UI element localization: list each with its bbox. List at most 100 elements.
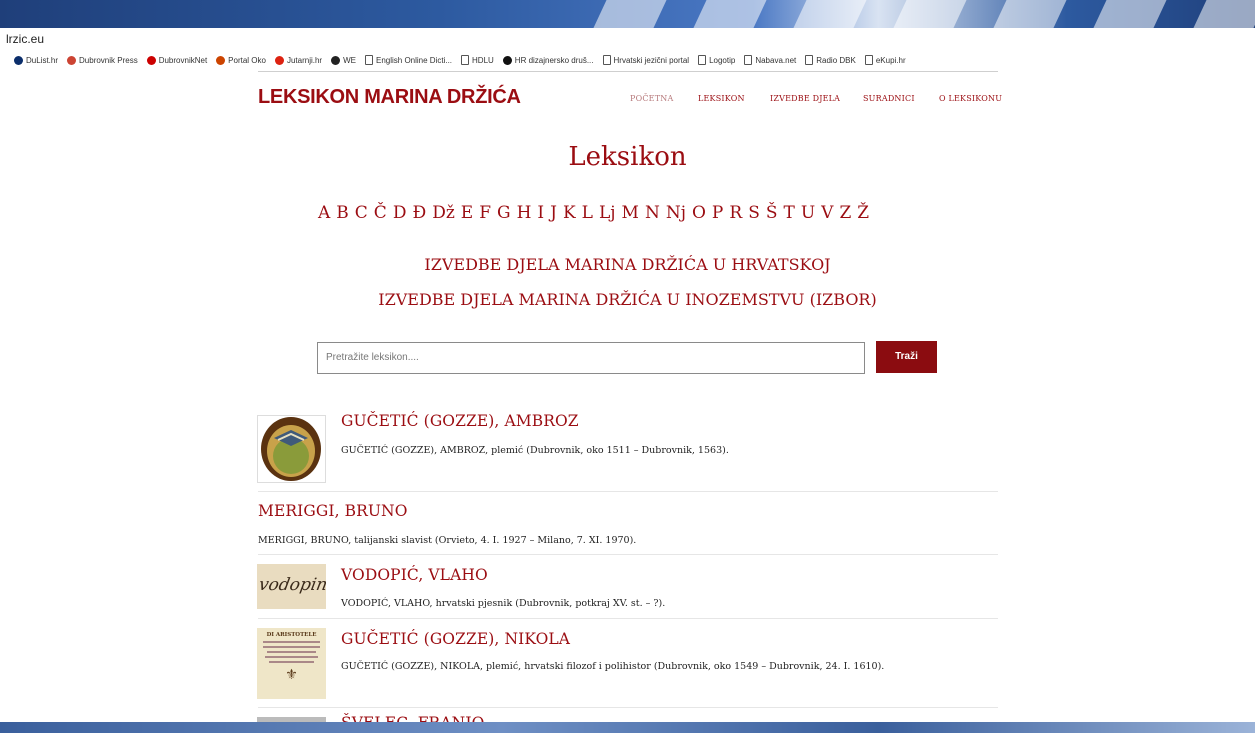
letter-link[interactable]: K	[563, 203, 576, 223]
oko-icon	[216, 55, 226, 65]
page-title: Leksikon	[568, 142, 687, 172]
bookmark-label: WE	[343, 55, 356, 65]
title-page-line	[267, 651, 316, 653]
coat-of-arms-icon	[258, 416, 325, 482]
decorative-wave	[690, 0, 770, 28]
bookmark-item[interactable]: HR dizajnersko druš...	[502, 55, 594, 65]
letter-link[interactable]: J	[550, 203, 557, 223]
page-icon	[698, 55, 707, 65]
nav-o-leksikonu[interactable]: O LEKSIKONU	[939, 94, 1002, 103]
bookmark-item[interactable]: DubrovnikNet	[146, 55, 207, 65]
entry-title[interactable]: GUČETIĆ (GOZZE), AMBROZ	[341, 412, 579, 430]
letter-link[interactable]: V	[821, 203, 833, 223]
bookmarks-bar: DuList.hr Dubrovnik Press DubrovnikNet Port…	[0, 50, 1255, 70]
letter-link[interactable]: H	[517, 203, 532, 223]
bookmark-item[interactable]: Nabava.net	[744, 55, 796, 65]
letter-link[interactable]: M	[622, 203, 639, 223]
bookmark-label: HDLU	[472, 55, 494, 65]
page-icon	[864, 55, 873, 65]
link-izvedbe-inozemstvo[interactable]: IZVEDBE DJELA MARINA DRŽIĆA U INOZEMSTVU…	[0, 290, 1255, 309]
letter-link[interactable]: R	[729, 203, 742, 223]
letter-link[interactable]: Z	[839, 203, 851, 223]
letter-link[interactable]: D	[393, 203, 407, 223]
page-icon	[744, 55, 753, 65]
bookmark-item[interactable]: WE	[331, 55, 356, 65]
bookmark-item[interactable]: English Online Dicti...	[364, 55, 452, 65]
os-window-top-strip	[0, 0, 1255, 28]
bookmark-label: Hrvatski jezični portal	[613, 55, 690, 65]
letter-link[interactable]: F	[479, 203, 491, 223]
page-icon	[805, 55, 814, 65]
url-text[interactable]: lrzic.eu	[6, 32, 44, 46]
entry-separator	[258, 554, 998, 555]
printer-mark-icon: ⚜	[285, 667, 298, 683]
letter-link[interactable]: T	[784, 203, 795, 223]
bookmark-item[interactable]: DuList.hr	[14, 55, 59, 65]
nav-suradnici[interactable]: SURADNICI	[863, 94, 915, 103]
title-page-line	[269, 661, 314, 663]
letter-link[interactable]: P	[712, 203, 723, 223]
entry-title[interactable]: MERIGGI, BRUNO	[258, 502, 408, 520]
bookmark-item[interactable]: Jutarnji.hr	[274, 55, 323, 65]
letter-link[interactable]: O	[692, 203, 706, 223]
page-icon	[461, 55, 470, 65]
page-icon	[602, 55, 611, 65]
dl-icon	[14, 55, 23, 65]
dubrovniknet-icon	[146, 55, 156, 65]
entry-thumbnail-title-page[interactable]: DI ARISTOTELE ⚜	[257, 628, 326, 699]
letter-link[interactable]: L	[582, 203, 593, 223]
letter-link[interactable]: I	[537, 203, 544, 223]
bookmark-label: Dubrovnik Press	[79, 55, 138, 65]
title-page-line	[263, 641, 320, 643]
nav-leksikon[interactable]: LEKSIKON	[698, 94, 745, 103]
bookmark-item[interactable]: Dubrovnik Press	[67, 55, 138, 65]
bookmark-item[interactable]: Portal Oko	[216, 55, 266, 65]
bookmark-item[interactable]: Hrvatski jezični portal	[602, 55, 690, 65]
entry-description: GUČETIĆ (GOZZE), NIKOLA, plemić, hrvatsk…	[341, 661, 885, 672]
bookmark-item[interactable]: eKupi.hr	[864, 55, 906, 65]
letter-link[interactable]: B	[336, 203, 349, 223]
entry-title[interactable]: VODOPIĆ, VLAHO	[341, 566, 488, 584]
letter-link[interactable]: Nj	[666, 203, 686, 223]
bookmark-item[interactable]: Radio DBK	[805, 55, 856, 65]
entry-thumbnail-coat-of-arms[interactable]	[257, 415, 326, 483]
address-bar[interactable]: lrzic.eu	[0, 28, 1255, 50]
letter-link[interactable]: S	[748, 203, 760, 223]
title-page-heading: DI ARISTOTELE	[266, 632, 317, 638]
letter-link[interactable]: Ž	[857, 203, 869, 223]
search-button[interactable]: Traži	[876, 341, 937, 373]
letter-link[interactable]: G	[497, 203, 511, 223]
page-icon	[364, 55, 373, 65]
bookmark-item[interactable]: HDLU	[461, 55, 494, 65]
entry-separator	[258, 618, 998, 619]
letter-link[interactable]: U	[801, 203, 815, 223]
bookmark-label: DuList.hr	[26, 55, 59, 65]
link-izvedbe-hrvatska[interactable]: IZVEDBE DJELA MARINA DRŽIĆA U HRVATSKOJ	[0, 255, 1255, 274]
letter-link[interactable]: Č	[374, 203, 387, 223]
letter-link[interactable]: N	[645, 203, 660, 223]
letter-link[interactable]: Lj	[599, 203, 616, 223]
letter-link[interactable]: Đ	[412, 203, 426, 223]
decorative-wave	[1190, 0, 1255, 28]
entry-description: GUČETIĆ (GOZZE), AMBROZ, plemić (Dubrovn…	[341, 445, 729, 456]
entry-description: VODOPIĆ, VLAHO, hrvatski pjesnik (Dubrov…	[341, 598, 666, 609]
nav-pocetna[interactable]: POČETNA	[630, 94, 673, 103]
search-input[interactable]: Pretražite leksikon....	[317, 342, 865, 374]
site-logo[interactable]: LEKSIKON MARINA DRŽIĆA	[258, 86, 521, 109]
letter-link[interactable]: E	[461, 203, 473, 223]
dp-icon	[67, 55, 77, 65]
header-divider	[258, 71, 998, 72]
decorative-wave	[990, 0, 1070, 28]
nav-izvedbe-djela[interactable]: IZVEDBE DJELA	[770, 94, 840, 103]
decorative-wave	[590, 0, 670, 28]
entry-title[interactable]: GUČETIĆ (GOZZE), NIKOLA	[341, 630, 570, 648]
bookmark-label: Jutarnji.hr	[286, 55, 323, 65]
bookmark-label: Portal Oko	[228, 55, 266, 65]
entry-thumbnail-handwriting[interactable]: vodopin	[257, 564, 326, 609]
bookmark-item[interactable]: Logotip	[698, 55, 735, 65]
letter-link[interactable]: C	[355, 203, 368, 223]
letter-link[interactable]: Dž	[432, 203, 455, 223]
letter-link[interactable]: A	[318, 203, 330, 223]
letter-link[interactable]: Š	[766, 203, 778, 223]
we-icon	[331, 55, 341, 65]
